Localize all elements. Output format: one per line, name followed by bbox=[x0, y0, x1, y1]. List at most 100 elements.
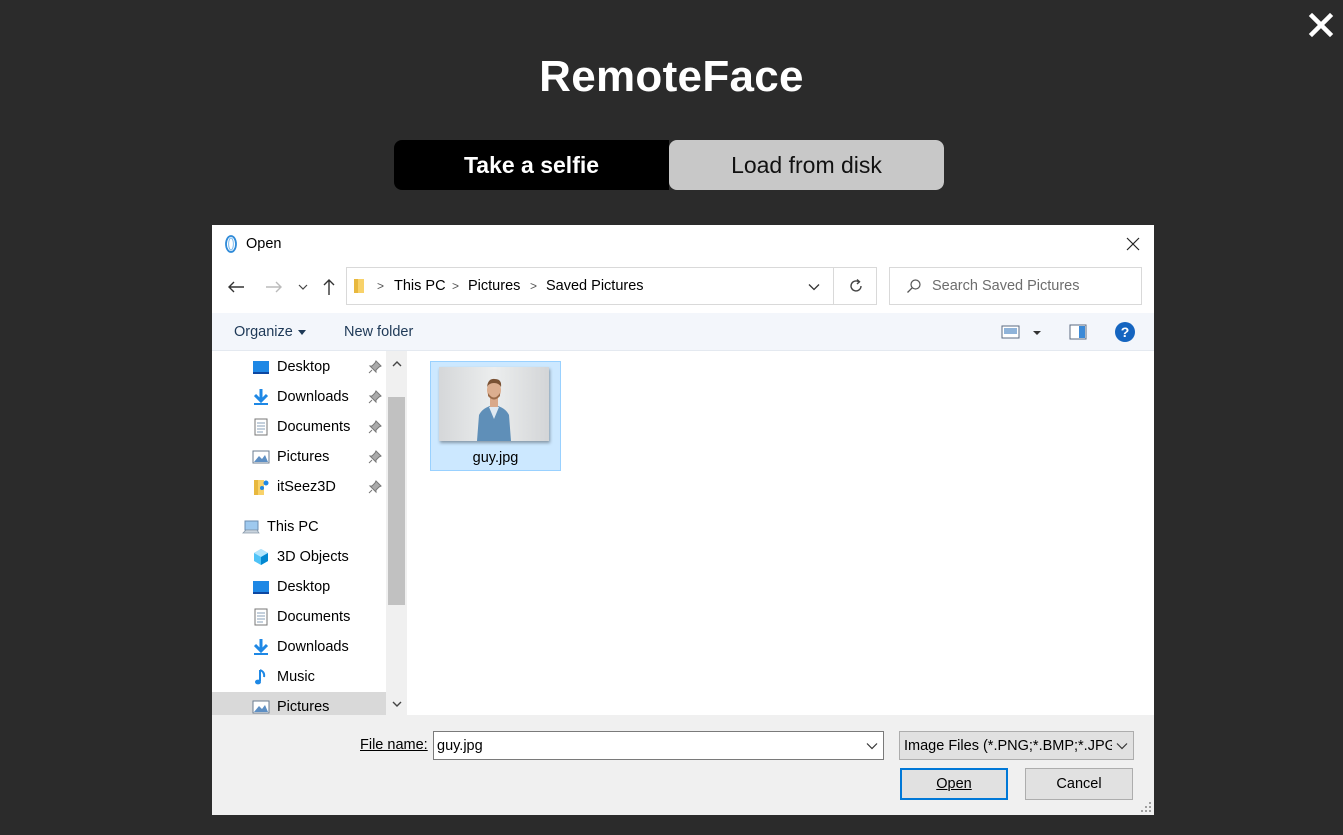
photo-thumbnail bbox=[439, 367, 549, 441]
file-name: guy.jpg bbox=[472, 450, 519, 466]
chevron-down-icon bbox=[866, 743, 878, 750]
recent-locations-button[interactable] bbox=[294, 275, 312, 299]
caret-down-icon bbox=[297, 329, 306, 335]
app-close-button[interactable] bbox=[1306, 10, 1336, 40]
nav-item-this-pc[interactable]: This PC bbox=[212, 512, 386, 542]
file-name-input[interactable] bbox=[437, 736, 847, 756]
pin-icon[interactable] bbox=[368, 390, 382, 404]
up-button[interactable] bbox=[318, 275, 340, 299]
music-icon bbox=[255, 669, 266, 685]
change-view-button[interactable] bbox=[1001, 322, 1045, 346]
back-button[interactable] bbox=[225, 275, 247, 299]
3d-objects-icon bbox=[254, 549, 268, 565]
search-box bbox=[889, 267, 1142, 305]
nav-item-label: This PC bbox=[267, 519, 319, 535]
nav-item-desktop[interactable]: Desktop bbox=[212, 352, 386, 382]
nav-item-downloads[interactable]: Downloads bbox=[212, 382, 386, 412]
view-options-icon bbox=[1001, 325, 1041, 339]
nav-item-label: Desktop bbox=[277, 579, 331, 595]
svg-text:?: ? bbox=[1121, 324, 1130, 340]
nav-item-label: itSeez3D bbox=[277, 479, 336, 495]
up-arrow-icon bbox=[323, 279, 335, 295]
nav-item-downloads-pc[interactable]: Downloads bbox=[212, 632, 386, 662]
downloads-icon bbox=[253, 639, 269, 655]
organize-menu[interactable]: Organize bbox=[234, 324, 306, 340]
search-icon bbox=[907, 279, 921, 293]
file-type-select[interactable]: Image Files (*.PNG;*.BMP;*.JPG;* bbox=[899, 731, 1134, 760]
preview-pane-button[interactable] bbox=[1068, 322, 1088, 346]
nav-item-label: Music bbox=[277, 669, 315, 685]
file-name-dropdown-button[interactable] bbox=[862, 736, 882, 756]
load-from-disk-tab[interactable]: Load from disk bbox=[669, 140, 944, 190]
nav-item-documents-pc[interactable]: Documents bbox=[212, 602, 386, 632]
help-button[interactable]: ? bbox=[1114, 321, 1136, 347]
scroll-thumb[interactable] bbox=[388, 397, 405, 605]
nav-scrollbar[interactable] bbox=[386, 351, 407, 715]
app-icon bbox=[225, 235, 237, 253]
new-folder-button[interactable]: New folder bbox=[344, 324, 413, 340]
organize-label: Organize bbox=[234, 324, 293, 340]
nav-item-label: Pictures bbox=[277, 699, 330, 715]
documents-icon bbox=[254, 418, 268, 436]
cancel-button[interactable]: Cancel bbox=[1025, 768, 1133, 800]
pin-icon[interactable] bbox=[368, 480, 382, 494]
refresh-button[interactable] bbox=[835, 268, 876, 304]
chevron-down-icon bbox=[298, 284, 308, 290]
pin-icon[interactable] bbox=[368, 450, 382, 464]
nav-item-label: Downloads bbox=[277, 639, 349, 655]
documents-icon bbox=[254, 608, 268, 626]
address-bar[interactable]: > This PC > Pictures > Saved Pictures bbox=[346, 267, 877, 305]
breadcrumb-saved-pictures[interactable]: Saved Pictures bbox=[546, 278, 644, 294]
search-input[interactable] bbox=[932, 274, 1132, 298]
file-item[interactable]: guy.jpg bbox=[430, 361, 561, 471]
nav-item-desktop-pc[interactable]: Desktop bbox=[212, 572, 386, 602]
nav-item-music[interactable]: Music bbox=[212, 662, 386, 692]
open-file-dialog: Open > This PC > Pictures > Saved Pictur… bbox=[212, 225, 1154, 815]
forward-button[interactable] bbox=[263, 275, 285, 299]
mode-toggle: Take a selfie Load from disk bbox=[394, 140, 944, 190]
help-icon: ? bbox=[1115, 322, 1135, 342]
nav-item-label: 3D Objects bbox=[277, 549, 349, 565]
address-divider bbox=[833, 268, 834, 304]
breadcrumb-separator-icon: > bbox=[530, 279, 538, 293]
file-thumbnail bbox=[439, 367, 549, 441]
chevron-down-icon bbox=[1116, 743, 1128, 750]
folder-icon bbox=[354, 279, 364, 293]
back-arrow-icon bbox=[228, 281, 244, 293]
dialog-titlebar: Open bbox=[212, 225, 1154, 263]
breadcrumb-separator-icon: > bbox=[377, 279, 385, 293]
take-selfie-tab[interactable]: Take a selfie bbox=[394, 140, 669, 190]
nav-item-label: Documents bbox=[277, 419, 351, 435]
file-name-label-text: File name: bbox=[360, 737, 428, 753]
nav-item-label: Pictures bbox=[277, 449, 330, 465]
desktop-icon bbox=[253, 581, 269, 594]
desktop-icon bbox=[253, 361, 269, 374]
open-button-label: Open bbox=[936, 776, 972, 792]
nav-item-label: Downloads bbox=[277, 389, 349, 405]
scroll-down-button[interactable] bbox=[386, 694, 407, 714]
nav-item-itseez3d[interactable]: itSeez3D bbox=[212, 472, 386, 502]
nav-item-documents[interactable]: Documents bbox=[212, 412, 386, 442]
dialog-footer: File name: Image Files (*.PNG;*.BMP;*.JP… bbox=[212, 715, 1154, 815]
nav-item-3d-objects[interactable]: 3D Objects bbox=[212, 542, 386, 572]
resize-grip-icon[interactable] bbox=[1140, 801, 1152, 813]
navigation-row: > This PC > Pictures > Saved Pictures bbox=[212, 265, 1154, 309]
pin-icon[interactable] bbox=[368, 360, 382, 374]
pin-icon[interactable] bbox=[368, 420, 382, 434]
dialog-close-button[interactable] bbox=[1124, 235, 1142, 253]
nav-item-pictures[interactable]: Pictures bbox=[212, 442, 386, 472]
pictures-icon bbox=[252, 450, 270, 464]
file-name-combo bbox=[433, 731, 884, 760]
open-button[interactable]: Open bbox=[900, 768, 1008, 800]
address-dropdown-button[interactable] bbox=[799, 277, 829, 297]
file-list: guy.jpg bbox=[408, 351, 1154, 715]
breadcrumb-this-pc[interactable]: This PC bbox=[394, 278, 446, 294]
nav-item-label: Documents bbox=[277, 609, 351, 625]
scroll-up-button[interactable] bbox=[386, 353, 407, 373]
nav-item-pictures-pc[interactable]: Pictures bbox=[212, 692, 386, 715]
breadcrumb-pictures[interactable]: Pictures bbox=[468, 278, 520, 294]
nav-item-label: Desktop bbox=[277, 359, 331, 375]
dialog-title: Open bbox=[246, 236, 282, 252]
close-icon bbox=[1308, 12, 1334, 38]
this-pc-icon bbox=[242, 520, 260, 534]
